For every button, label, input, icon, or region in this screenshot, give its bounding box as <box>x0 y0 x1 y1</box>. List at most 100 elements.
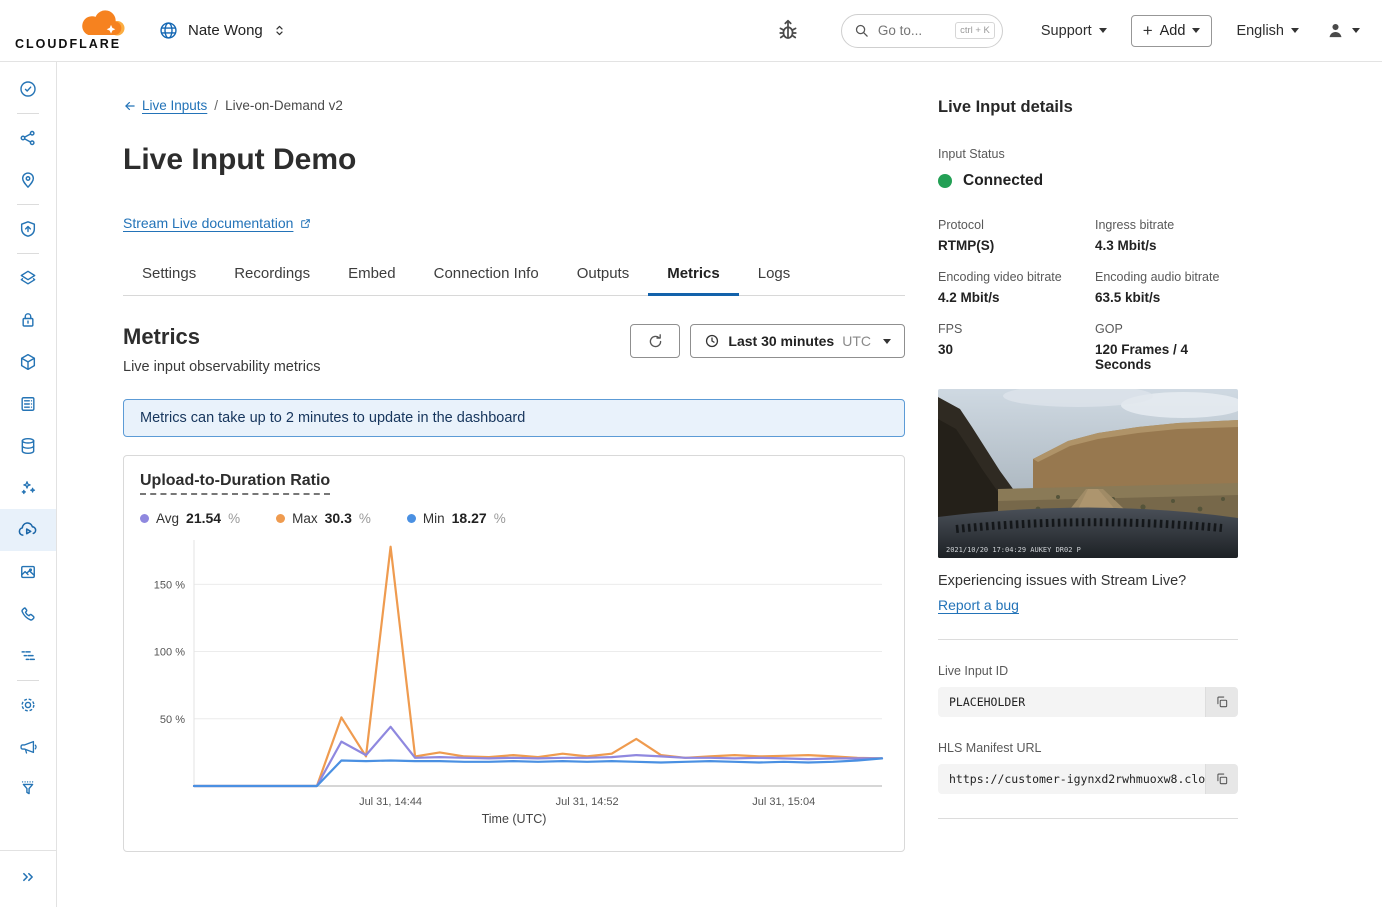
svg-text:Jul 31, 15:04: Jul 31, 15:04 <box>752 796 815 808</box>
sidebar-item-traffic[interactable] <box>0 117 56 159</box>
chevron-down-icon <box>1352 28 1360 33</box>
refresh-icon <box>647 333 664 350</box>
account-name: Nate Wong <box>188 22 263 39</box>
legend-avg-label: Avg <box>156 511 179 526</box>
support-menu[interactable]: Support <box>1041 23 1107 39</box>
legend-item-min[interactable]: Min 18.27 % <box>407 510 506 526</box>
sidebar-collapse[interactable] <box>0 850 56 907</box>
account-switcher[interactable]: Nate Wong <box>158 20 287 41</box>
copy-live-input-id-button[interactable] <box>1205 687 1238 717</box>
user-menu[interactable] <box>1325 20 1360 41</box>
lock-icon <box>18 310 38 330</box>
svg-text:50 %: 50 % <box>160 714 185 726</box>
detail-video-bitrate: Encoding video bitrate 4.2 Mbit/s <box>938 270 1095 305</box>
tab-logs[interactable]: Logs <box>739 255 810 295</box>
sidebar-item-calls[interactable] <box>0 593 56 635</box>
add-button[interactable]: + Add <box>1131 15 1213 47</box>
sidebar-item-notifications[interactable] <box>0 726 56 768</box>
detail-audio-bitrate: Encoding audio bitrate 63.5 kbit/s <box>1095 270 1238 305</box>
image-icon <box>18 562 38 582</box>
legend-max-unit: % <box>359 511 371 526</box>
sidebar-item-stream[interactable] <box>0 509 56 551</box>
detail-value: 63.5 kbit/s <box>1095 290 1238 305</box>
stream-docs-label: Stream Live documentation <box>123 215 293 231</box>
shield-arrow-icon <box>18 219 38 239</box>
min-series-dot <box>407 514 416 523</box>
cloudflare-logo[interactable]: CLOUDFLARE <box>14 6 130 56</box>
detail-value: RTMP(S) <box>938 238 1095 253</box>
avg-series-dot <box>140 514 149 523</box>
panel-divider <box>938 639 1238 640</box>
sidebar-nav <box>0 62 57 907</box>
status-connected-dot <box>938 174 952 188</box>
input-status-label: Input Status <box>938 147 1238 161</box>
chart-title: Upload-to-Duration Ratio <box>140 472 330 495</box>
svg-text:Jul 31, 14:52: Jul 31, 14:52 <box>556 796 619 808</box>
sidebar-item-queues[interactable] <box>0 635 56 677</box>
copy-hls-url-button[interactable] <box>1205 764 1238 794</box>
arrow-left-icon <box>123 99 137 113</box>
tab-connection-info[interactable]: Connection Info <box>415 255 558 295</box>
detail-value: 4.3 Mbit/s <box>1095 238 1238 253</box>
language-label: English <box>1236 23 1284 39</box>
cube-icon <box>18 352 38 372</box>
tab-recordings[interactable]: Recordings <box>215 255 329 295</box>
sidebar-item-ssl-lock[interactable] <box>0 299 56 341</box>
preview-timestamp-overlay: 2021/10/20 17:04:29 AUKEY DR02 P <box>946 546 1081 554</box>
report-bug-link[interactable]: Report a bug <box>938 597 1019 613</box>
tab-settings[interactable]: Settings <box>123 255 215 295</box>
sidebar-item-pages-layers[interactable] <box>0 257 56 299</box>
tab-metrics[interactable]: Metrics <box>648 255 739 295</box>
tab-bar: Settings Recordings Embed Connection Inf… <box>123 255 905 296</box>
sidebar-item-time-machine[interactable] <box>0 68 56 110</box>
sidebar-item-ai-sparkles[interactable] <box>0 467 56 509</box>
search-input[interactable] <box>876 22 948 39</box>
global-search[interactable]: ctrl + K <box>841 14 1003 48</box>
sidebar-item-d1-database[interactable] <box>0 425 56 467</box>
svg-text:100 %: 100 % <box>154 647 185 659</box>
live-input-id-field: PLACEHOLDER <box>938 687 1238 717</box>
copy-icon <box>1215 772 1229 786</box>
sidebar-item-workers-cube[interactable] <box>0 341 56 383</box>
stream-docs-link[interactable]: Stream Live documentation <box>123 215 312 231</box>
stream-cloud-play-icon <box>17 519 39 541</box>
phone-icon <box>18 604 38 624</box>
queues-bars-icon <box>18 646 38 666</box>
up-down-chevrons-icon <box>272 22 287 39</box>
sidebar-item-data-funnel[interactable] <box>0 768 56 810</box>
breadcrumb-back-link[interactable]: Live Inputs <box>123 98 207 113</box>
report-bug-button[interactable] <box>775 17 801 45</box>
sidebar-item-settings[interactable] <box>0 684 56 726</box>
legend-min-label: Min <box>423 511 445 526</box>
time-range-dropdown[interactable]: Last 30 minutes UTC <box>690 324 905 358</box>
svg-text:150 %: 150 % <box>154 579 185 591</box>
sidebar-item-security-shield[interactable] <box>0 208 56 250</box>
main-column: Live Inputs / Live-on-Demand v2 Live Inp… <box>123 98 905 907</box>
chart-legend: Avg 21.54 % Max 30.3 % Min <box>140 510 888 526</box>
brand-wordmark: CLOUDFLARE <box>15 37 121 51</box>
legend-item-avg[interactable]: Avg 21.54 % <box>140 510 240 526</box>
panel-divider <box>938 818 1238 819</box>
globe-icon <box>158 20 179 41</box>
sidebar-divider <box>17 680 39 681</box>
legend-item-max[interactable]: Max 30.3 % <box>276 510 371 526</box>
layers-lightning-icon <box>18 268 38 288</box>
legend-avg-unit: % <box>228 511 240 526</box>
sidebar-item-images[interactable] <box>0 551 56 593</box>
sparkles-icon <box>18 478 38 498</box>
refresh-button[interactable] <box>630 324 680 358</box>
sidebar-divider <box>17 253 39 254</box>
chevron-down-icon <box>1291 28 1299 33</box>
details-title: Live Input details <box>938 98 1238 117</box>
cloudflare-dashboard: CLOUDFLARE Nate Wong ct <box>0 0 1382 907</box>
metrics-header: Metrics Live input observability metrics… <box>123 324 905 375</box>
live-input-id-label: Live Input ID <box>938 664 1238 678</box>
tab-outputs[interactable]: Outputs <box>558 255 649 295</box>
hls-manifest-url-field: https://customer-igynxd2rwhmuoxw8.cloudf <box>938 764 1238 794</box>
tab-embed[interactable]: Embed <box>329 255 415 295</box>
live-stream-preview: 2021/10/20 17:04:29 AUKEY DR02 P <box>938 389 1238 558</box>
language-menu[interactable]: English <box>1236 23 1299 39</box>
sidebar-item-kv-server[interactable] <box>0 383 56 425</box>
page-title: Live Input Demo <box>123 143 905 177</box>
sidebar-item-map-pin[interactable] <box>0 159 56 201</box>
